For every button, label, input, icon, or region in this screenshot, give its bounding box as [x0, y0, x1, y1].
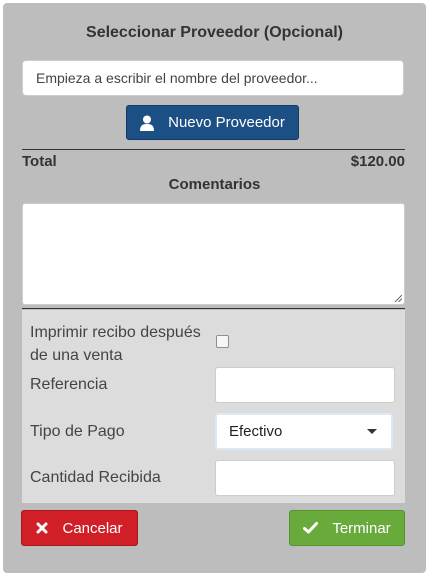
cancel-label: Cancelar	[62, 519, 123, 537]
new-supplier-label: Nuevo Proveedor	[168, 114, 285, 131]
reference-label: Referencia	[30, 376, 108, 393]
payment-type-label: Tipo de Pago	[30, 423, 125, 440]
total-value: $120.00	[350, 153, 405, 170]
finish-label: Terminar	[332, 519, 391, 537]
close-icon	[36, 522, 48, 534]
form-divider	[22, 308, 405, 309]
amount-received-input[interactable]	[215, 460, 395, 496]
supplier-search-input[interactable]: Empieza a escribir el nombre del proveed…	[22, 60, 404, 96]
print-receipt-label: Imprimir recibo después de una venta	[30, 324, 201, 364]
new-supplier-button[interactable]: Nuevo Proveedor	[126, 105, 299, 140]
checkout-panel: Seleccionar Proveedor (Opcional) Empieza…	[3, 3, 426, 573]
total-label: Total	[22, 153, 57, 170]
user-icon	[140, 115, 155, 131]
resize-grip-icon[interactable]	[394, 294, 402, 302]
reference-input[interactable]	[215, 367, 395, 403]
payment-form: Imprimir recibo después de una venta Ref…	[22, 310, 405, 503]
caret-down-icon	[367, 429, 377, 434]
comments-title: Comentarios	[168, 176, 261, 193]
supplier-section-title: Seleccionar Proveedor (Opcional)	[86, 24, 343, 41]
finish-button[interactable]: Terminar	[289, 510, 405, 546]
supplier-search-placeholder: Empieza a escribir el nombre del proveed…	[36, 70, 318, 86]
amount-received-label: Cantidad Recibida	[30, 469, 161, 486]
total-row: Total $120.00	[22, 153, 405, 170]
check-icon	[303, 522, 319, 534]
payment-type-value: Efectivo	[229, 423, 283, 440]
cancel-button[interactable]: Cancelar	[21, 510, 138, 546]
total-divider	[22, 149, 405, 150]
payment-type-select[interactable]: Efectivo	[215, 413, 393, 450]
print-receipt-checkbox[interactable]	[216, 335, 229, 348]
comments-textarea[interactable]	[22, 203, 405, 305]
